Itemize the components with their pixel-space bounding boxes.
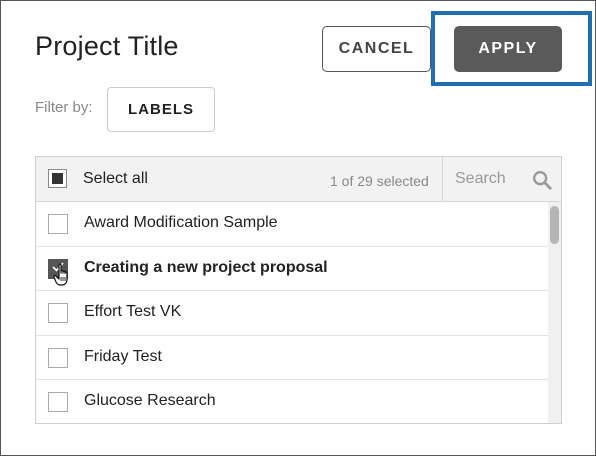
list-header: Select all 1 of 29 selected bbox=[36, 157, 561, 202]
dialog: Project Title CANCEL APPLY Filter by: LA… bbox=[0, 0, 596, 456]
apply-button[interactable]: APPLY bbox=[454, 26, 562, 72]
list-item[interactable]: Creating a new project proposal bbox=[36, 247, 548, 291]
selected-count: 1 of 29 selected bbox=[330, 173, 429, 189]
page-title: Project Title bbox=[35, 31, 179, 61]
list-scrollbar[interactable] bbox=[548, 202, 561, 423]
item-checkbox[interactable] bbox=[48, 392, 68, 412]
project-list: Award Modification Sample Creating a new… bbox=[36, 202, 548, 423]
item-label: Creating a new project proposal bbox=[84, 258, 328, 276]
scrollbar-thumb[interactable] bbox=[550, 206, 559, 244]
select-all-label[interactable]: Select all bbox=[83, 170, 148, 188]
hand-pointer-icon bbox=[53, 263, 68, 286]
labels-filter-button[interactable]: LABELS bbox=[107, 87, 215, 132]
list-item[interactable]: Glucose Research bbox=[36, 380, 548, 423]
indeterminate-mark bbox=[52, 173, 63, 184]
search-box bbox=[442, 157, 561, 201]
item-label: Award Modification Sample bbox=[84, 214, 278, 231]
item-checkbox[interactable] bbox=[48, 347, 68, 368]
item-label: Effort Test VK bbox=[84, 303, 182, 320]
list-item[interactable]: Award Modification Sample bbox=[36, 202, 548, 247]
search-input[interactable] bbox=[443, 157, 528, 201]
item-label: Friday Test bbox=[84, 347, 162, 365]
filter-label: Filter by: bbox=[35, 99, 93, 116]
list-item[interactable]: Friday Test bbox=[36, 336, 548, 380]
project-list-panel: Select all 1 of 29 selected Award Modifi… bbox=[35, 156, 562, 424]
cancel-button[interactable]: CANCEL bbox=[322, 26, 431, 72]
select-all-checkbox[interactable] bbox=[48, 169, 67, 188]
list-item[interactable]: Effort Test VK bbox=[36, 291, 548, 336]
item-checkbox[interactable] bbox=[48, 214, 68, 234]
search-icon[interactable] bbox=[531, 169, 553, 191]
item-checkbox[interactable] bbox=[48, 303, 68, 323]
item-label: Glucose Research bbox=[84, 392, 216, 409]
